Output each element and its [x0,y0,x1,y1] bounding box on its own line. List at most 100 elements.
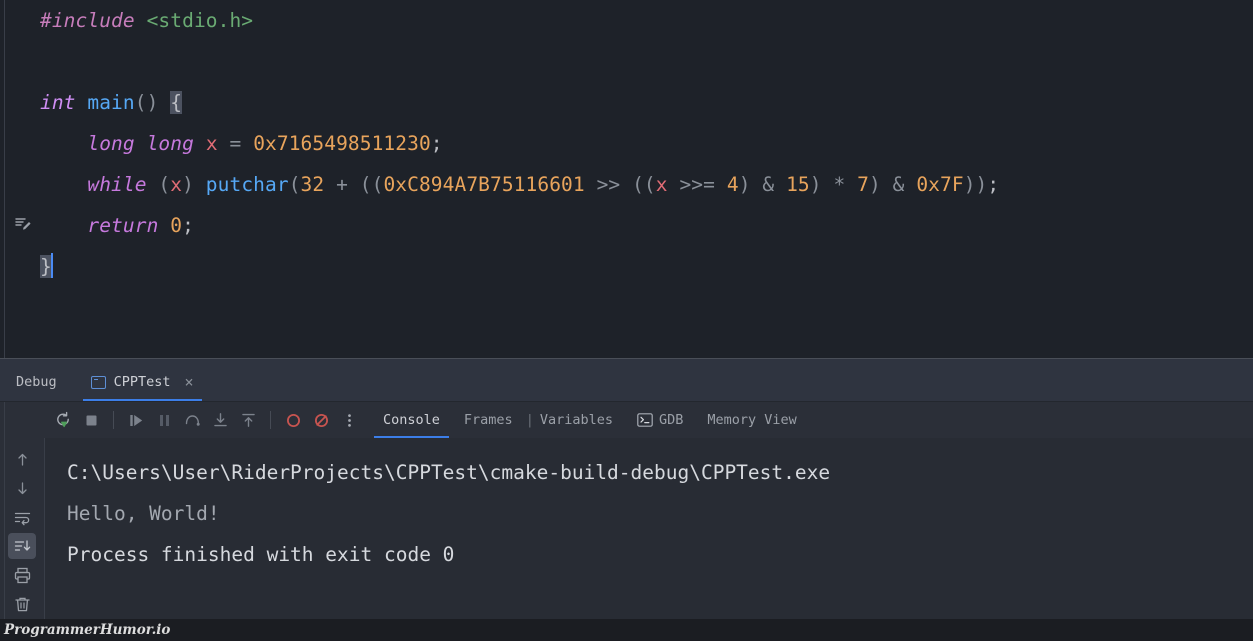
tab-memory-view-label: Memory View [707,412,797,428]
scroll-to-end-button[interactable] [8,533,36,559]
editor-code-area[interactable]: #include <stdio.h> int main() { long long… [40,0,1253,358]
debug-toolbar: Console Frames | Variables GDB Memory Vi… [44,402,1253,438]
scroll-down-button[interactable] [8,475,36,501]
side-toolbar-separator [4,402,5,641]
code-editor[interactable]: #include <stdio.h> int main() { long long… [0,0,1253,358]
tab-console[interactable]: Console [372,402,451,438]
session-tab-label: CPPTest [113,374,171,390]
code-token: ( [288,173,301,196]
edit-pencil-icon[interactable] [14,214,32,232]
code-token: )) [963,173,988,196]
debug-main-area: Console Frames | Variables GDB Memory Vi… [44,402,1253,641]
console-output[interactable]: C:\Users\User\RiderProjects\CPPTest\cmak… [44,438,1253,641]
code-line[interactable]: int main() { [40,82,1253,123]
code-token: & [762,173,775,196]
code-token: <stdio.h> [146,9,254,32]
debug-tool-window: Debug CPPTest × Console Frames | Variabl… [0,358,1253,641]
debug-body: Console Frames | Variables GDB Memory Vi… [0,402,1253,641]
debug-header: Debug CPPTest × [0,359,1253,402]
clear-all-button[interactable] [8,591,36,617]
code-token: { [170,91,183,114]
step-into-button[interactable] [207,407,233,433]
step-out-button[interactable] [235,407,261,433]
code-token: 0xC894A7B75116601 [383,173,585,196]
code-line[interactable] [40,41,1253,82]
terminal-icon [637,413,653,427]
pause-button[interactable] [151,407,177,433]
tab-frames-label: Frames [463,412,513,428]
rerun-button[interactable] [50,407,76,433]
close-icon[interactable]: × [185,374,194,390]
tab-variables[interactable]: | Variables [526,402,624,438]
code-token: >>= [679,173,715,196]
scroll-up-button[interactable] [8,446,36,472]
toolbar-separator [113,411,114,429]
tab-memory-view[interactable]: Memory View [696,402,807,438]
code-token: ) [809,173,822,196]
code-token: 4 [726,173,739,196]
code-token: ) [182,173,194,196]
tab-divider: | [525,412,534,428]
mute-breakpoints-button[interactable] [308,407,334,433]
code-token: return [87,214,159,237]
code-token: 32 [300,173,325,196]
step-over-button[interactable] [179,407,205,433]
code-line[interactable]: #include <stdio.h> [40,0,1253,41]
code-token: & [892,173,905,196]
code-token: = [229,132,242,155]
code-token: int [40,91,76,114]
code-line[interactable]: } [40,246,1253,287]
debug-session-tab-cpptest[interactable]: CPPTest × [82,374,202,401]
code-token: ; [182,214,194,237]
code-token: (( [632,173,656,196]
code-token: long [146,132,194,155]
code-line[interactable]: long long x = 0x7165498511230; [40,123,1253,164]
code-line[interactable]: while (x) putchar(32 + ((0xC894A7B751166… [40,164,1253,205]
gutter-separator [4,0,5,358]
editor-gutter[interactable] [0,0,40,358]
code-token: (( [359,173,384,196]
code-token: x [655,173,668,196]
watermark-text: ProgrammerHumor.io [4,622,171,638]
code-token: main [87,91,135,114]
console-line: Process finished with exit code 0 [67,543,455,566]
code-token: x [205,132,218,155]
code-line[interactable]: return 0; [40,205,1253,246]
resume-button[interactable] [123,407,149,433]
code-token: 7 [857,173,869,196]
code-token: ( [158,173,171,196]
session-chip-icon [90,375,106,389]
tab-frames[interactable]: Frames [453,402,524,438]
code-token: () [134,91,159,114]
view-breakpoints-button[interactable] [280,407,306,433]
more-options-button[interactable] [336,407,362,433]
soft-wrap-button[interactable] [8,504,36,530]
text-caret [50,253,53,278]
tab-gdb[interactable]: GDB [626,402,694,438]
code-token: 15 [786,173,810,196]
console-line: Hello, World! [67,502,220,525]
code-token: #include [40,9,135,32]
stop-button[interactable] [78,407,104,433]
code-token: 0 [170,214,183,237]
tab-console-label: Console [383,412,440,428]
print-button[interactable] [8,562,36,588]
